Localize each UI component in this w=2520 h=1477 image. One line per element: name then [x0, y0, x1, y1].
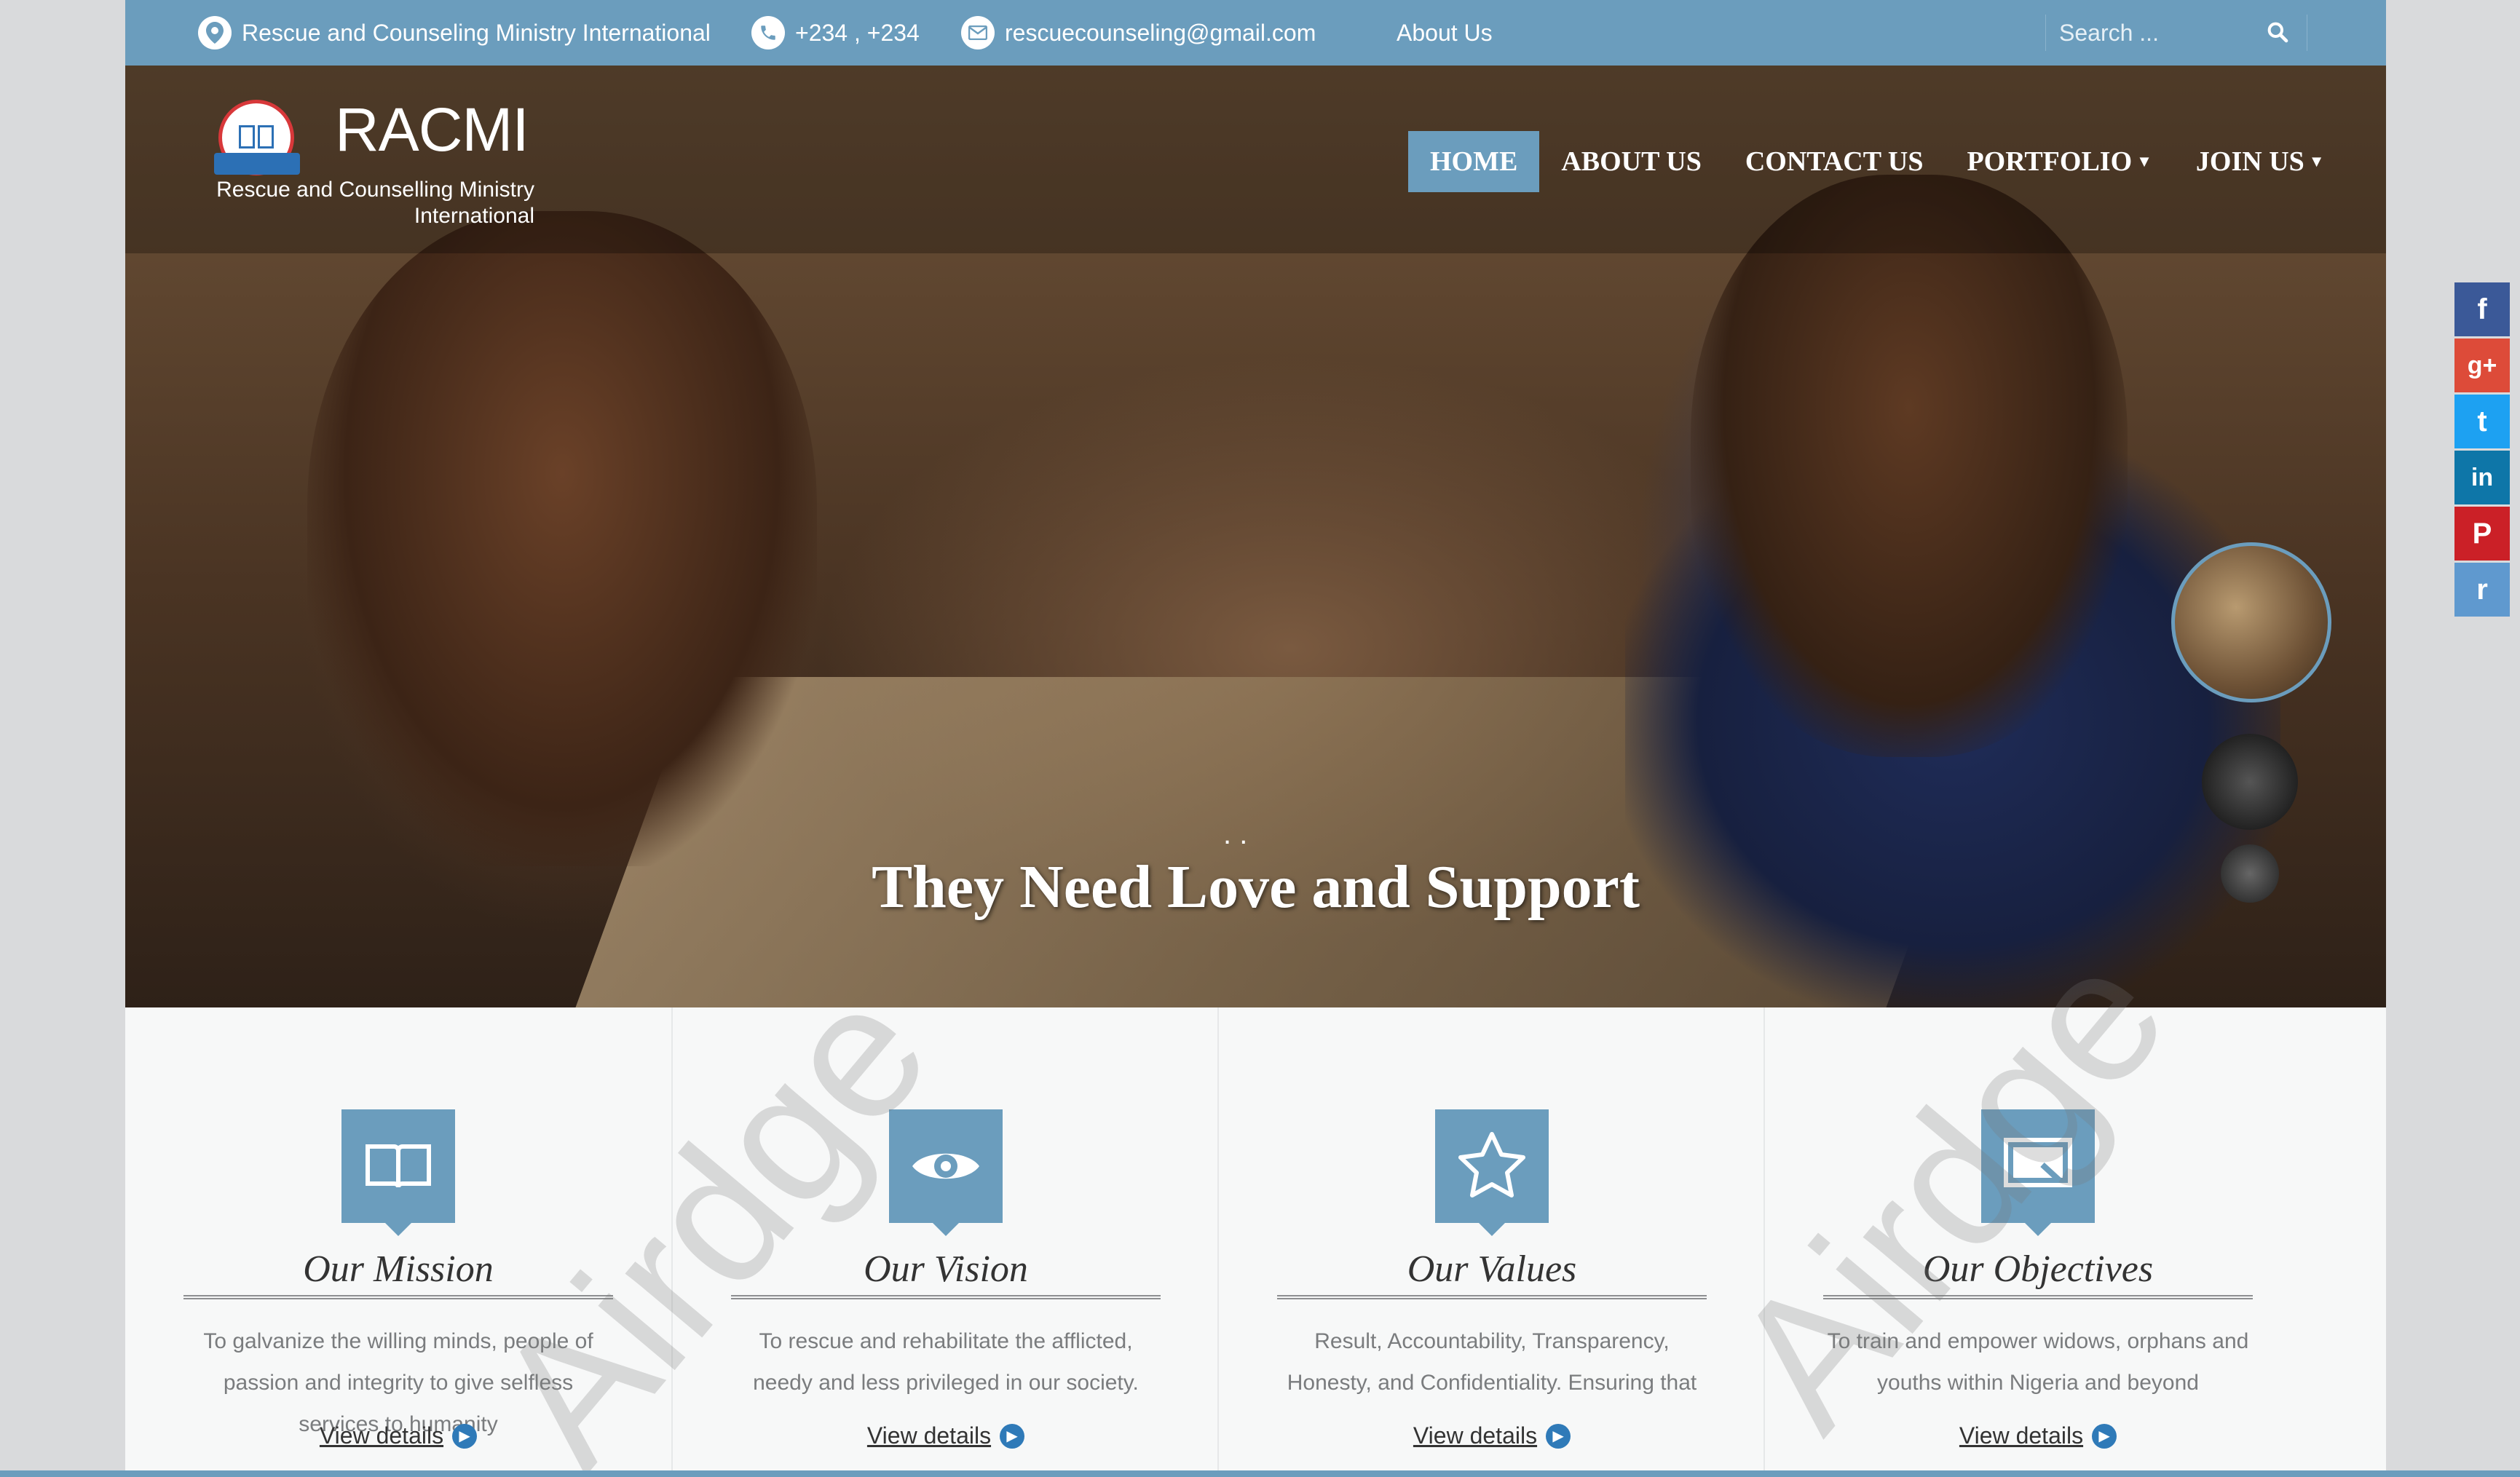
envelope-icon [961, 16, 995, 50]
google-plus-icon[interactable]: g+ [2454, 338, 2510, 392]
features-section: Our Mission To galvanize the willing min… [125, 911, 2386, 1477]
nav-label: ABOUT US [1561, 146, 1702, 177]
arrow-right-icon: ▶ [2092, 1423, 2117, 1449]
nav-label: PORTFOLIO [1967, 146, 2133, 177]
logo-subtitle-line: Rescue and Counselling Ministry [216, 178, 534, 202]
top-info-bar: Rescue and Counseling Ministry Internati… [125, 0, 2386, 66]
link-label: View details [1959, 1422, 2084, 1449]
pinterest-icon[interactable]: P [2454, 507, 2510, 561]
facebook-icon[interactable]: f [2454, 282, 2510, 336]
nav-label: CONTACT US [1745, 146, 1924, 177]
social-share-bar: f g+ t in P r [2454, 282, 2510, 619]
view-details-link[interactable]: View details ▶ [1219, 1422, 1765, 1449]
window-bottom-border [0, 1470, 2520, 1477]
location-pin-icon [198, 16, 232, 50]
arrow-right-icon: ▶ [1546, 1423, 1571, 1449]
nav-home[interactable]: HOME [1408, 131, 1540, 192]
nav-portfolio[interactable]: PORTFOLIO ▼ [1945, 131, 2173, 192]
phone-icon [751, 16, 785, 50]
feature-values: Our Values Result, Accountability, Trans… [1217, 1007, 1765, 1477]
search-input[interactable] [2058, 18, 2250, 47]
linkedin-icon[interactable]: in [2454, 451, 2510, 504]
arrow-right-icon: ▶ [1000, 1423, 1025, 1449]
hero-photo-figure [1691, 175, 2128, 757]
book-icon [341, 1109, 455, 1236]
nav-label: JOIN US [2195, 146, 2304, 177]
hero-caption: They Need Love and Support [872, 853, 1640, 921]
link-label: View details [866, 1422, 992, 1449]
logo-subtitle-line: International [414, 204, 534, 228]
feature-text: To rescue and rehabilitate the afflicted… [753, 1329, 1139, 1395]
link-label: View details [319, 1422, 444, 1449]
phone-number[interactable]: +234 , +234 [795, 20, 920, 47]
slider-thumbnail[interactable] [2202, 734, 2298, 830]
org-name: Rescue and Counseling Ministry Internati… [242, 19, 711, 46]
reddit-icon[interactable]: r [2454, 563, 2510, 617]
twitter-icon[interactable]: t [2454, 395, 2510, 448]
about-us-link[interactable]: About Us [1397, 0, 1493, 66]
nav-contact-us[interactable]: CONTACT US [1723, 131, 1946, 192]
org-name-item: Rescue and Counseling Ministry Internati… [198, 0, 711, 66]
arrow-right-icon: ▶ [452, 1423, 478, 1449]
search-box [2045, 15, 2307, 51]
logo-subtitle: Rescue and Counselling Ministry Internat… [214, 177, 534, 229]
caret-down-icon: ▼ [2308, 152, 2325, 170]
email-item: rescuecounseling@gmail.com [961, 0, 1316, 66]
feature-title: Our Values [1277, 1248, 1707, 1299]
nav-join-us[interactable]: JOIN US ▼ [2174, 131, 2347, 192]
main-nav: HOME ABOUT US CONTACT US PORTFOLIO ▼ JOIN… [1408, 131, 2347, 192]
browser-page: Rescue and Counseling Ministry Internati… [125, 0, 2386, 1477]
nav-about-us[interactable]: ABOUT US [1539, 131, 1723, 192]
logo-title[interactable]: RACMI [335, 95, 529, 165]
phone-item: +234 , +234 [751, 0, 920, 66]
search-icon[interactable] [2266, 20, 2289, 50]
slider-dots[interactable]: . . [1223, 818, 1247, 851]
view-details-link[interactable]: View details ▶ [673, 1422, 1219, 1449]
slider-thumbnail[interactable] [2221, 844, 2279, 903]
nav-label: HOME [1430, 146, 1518, 177]
logo-ribbon [214, 153, 300, 175]
caret-down-icon: ▼ [2136, 152, 2152, 170]
feature-text: Result, Accountability, Transparency, Ho… [1287, 1329, 1697, 1395]
email-address[interactable]: rescuecounseling@gmail.com [1005, 20, 1316, 47]
star-icon [1435, 1109, 1549, 1236]
link-label: View details [1413, 1422, 1538, 1449]
hero-photo-figure [307, 211, 817, 866]
slider-thumbnail[interactable] [2171, 542, 2331, 702]
